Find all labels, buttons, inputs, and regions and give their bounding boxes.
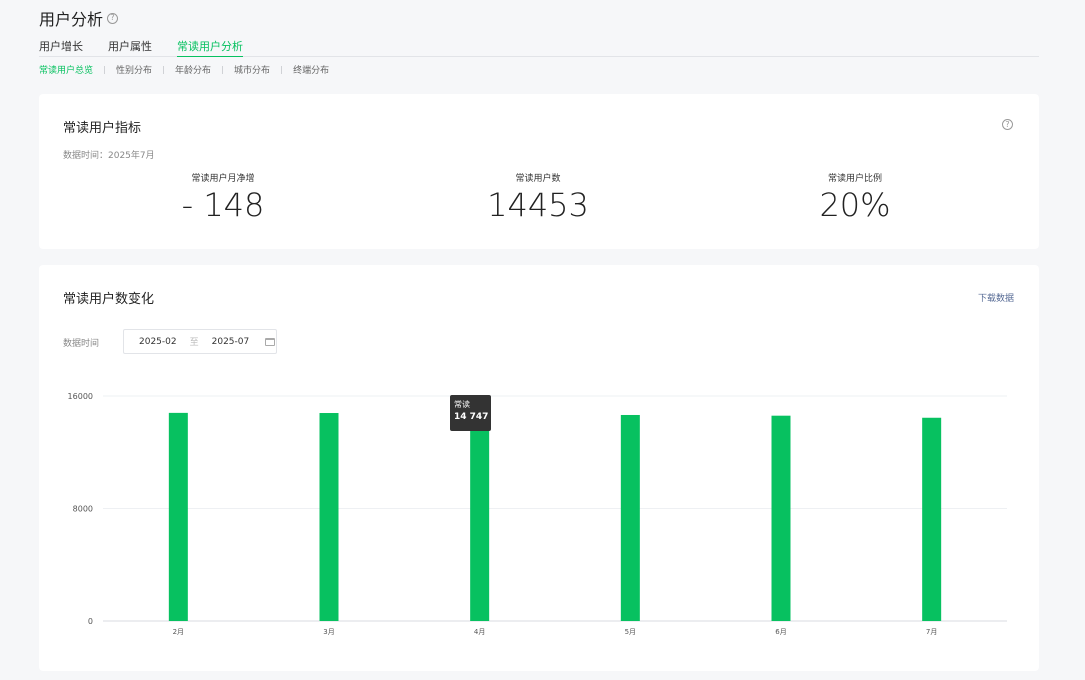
x-tick-label: 5月 xyxy=(625,628,636,636)
x-tick-label: 7月 xyxy=(926,628,937,636)
chart-tooltip: 常读 14 747 xyxy=(450,395,491,431)
y-tick-label: 16000 xyxy=(68,392,93,401)
metric-label: 常读用户比例 xyxy=(827,174,882,184)
divider xyxy=(104,65,106,74)
y-tick-label: 8000 xyxy=(73,505,93,514)
divider xyxy=(222,65,224,74)
metric-user-count: 常读用户数 14453 xyxy=(438,171,638,224)
x-tick-label: 4月 xyxy=(474,628,485,636)
help-icon[interactable]: ? xyxy=(1002,119,1013,130)
subtab-age[interactable]: 年龄分布 xyxy=(175,63,211,76)
subtab-city[interactable]: 城市分布 xyxy=(234,63,270,76)
bar xyxy=(470,413,490,621)
sub-tabs: 常读用户总览 性别分布 年龄分布 城市分布 终端分布 xyxy=(39,63,329,76)
subtab-overview[interactable]: 常读用户总览 xyxy=(39,63,93,76)
trend-card: 常读用户数变化 下载数据 数据时间 2025-02 至 2025-07 0 800… xyxy=(39,265,1039,671)
page-title-text: 用户分析 xyxy=(39,10,104,29)
divider xyxy=(163,65,165,74)
tab-user-growth[interactable]: 用户增长 xyxy=(39,38,83,57)
bar-chart: 0 8000 16000 2月 3月 4月 5月 6月 7月 xyxy=(68,392,1007,636)
tab-frequent-readers[interactable]: 常读用户分析 xyxy=(177,38,243,57)
indicators-title: 常读用户指标 xyxy=(63,121,142,136)
page-title: 用户分析 ? xyxy=(39,6,119,30)
subtab-gender[interactable]: 性别分布 xyxy=(116,63,152,76)
y-tick-label: 0 xyxy=(88,617,93,626)
metric-value: 14453 xyxy=(487,186,589,224)
bar xyxy=(319,413,339,621)
bar xyxy=(168,412,188,621)
data-time-label: 数据时间：2025年7月 xyxy=(63,151,155,161)
metric-net-growth: 常读用户月净增 - 148 xyxy=(123,171,323,224)
divider xyxy=(281,65,283,74)
indicators-card: 常读用户指标 ? 数据时间：2025年7月 常读用户月净增 - 148 常读用户… xyxy=(39,94,1039,249)
help-icon[interactable]: ? xyxy=(107,12,119,24)
subtab-device[interactable]: 终端分布 xyxy=(293,63,329,76)
tooltip-series-name: 常读 xyxy=(454,400,470,409)
metric-user-ratio: 常读用户比例 20% xyxy=(755,171,955,224)
main-tabs: 用户增长 用户属性 常读用户分析 xyxy=(39,38,1039,57)
tooltip-value: 14 747 xyxy=(454,412,489,422)
metric-label: 常读用户月净增 xyxy=(191,174,255,184)
x-tick-label: 3月 xyxy=(323,628,334,636)
bar xyxy=(771,415,791,621)
x-tick-label: 2月 xyxy=(173,628,184,636)
metric-value: 20% xyxy=(819,186,891,224)
metric-label: 常读用户数 xyxy=(515,174,561,184)
bar xyxy=(620,414,640,621)
x-tick-label: 6月 xyxy=(775,628,786,636)
tab-user-attributes[interactable]: 用户属性 xyxy=(108,38,152,57)
metric-value: - 148 xyxy=(181,186,265,224)
bar xyxy=(922,417,942,621)
